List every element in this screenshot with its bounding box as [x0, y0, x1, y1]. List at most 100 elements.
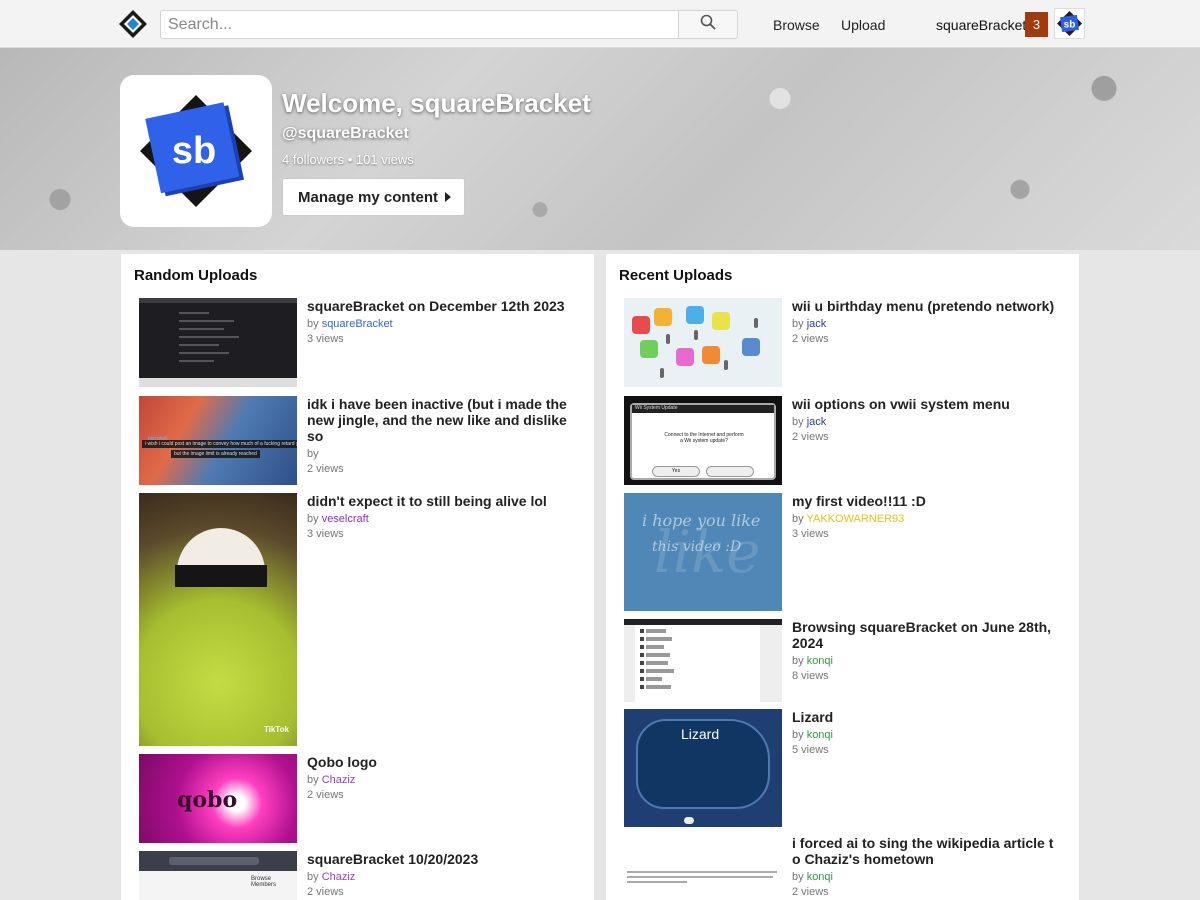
- notification-badge[interactable]: 3: [1025, 12, 1048, 37]
- video-item[interactable]: i forced ai to sing the wikipedia articl…: [624, 835, 1069, 900]
- manage-content-button[interactable]: Manage my content: [282, 178, 465, 216]
- video-item[interactable]: Lizard Lizard by konqi 5 views: [624, 709, 1069, 827]
- video-author[interactable]: YAKKOWARNER93: [806, 513, 904, 525]
- video-title[interactable]: Browsing squareBracket on June 28th, 202…: [792, 619, 1060, 651]
- video-views: 5 views: [792, 744, 829, 756]
- video-author[interactable]: Chaziz: [322, 774, 356, 786]
- video-views: 3 views: [307, 528, 344, 540]
- video-title[interactable]: idk i have been inactive (but i made the…: [307, 396, 575, 444]
- video-author[interactable]: jack: [807, 416, 827, 428]
- video-thumbnail[interactable]: like i hope you like this video :D: [624, 493, 782, 611]
- video-views: 3 views: [307, 333, 344, 345]
- video-author-line: by konqi: [792, 654, 1060, 668]
- video-thumbnail[interactable]: [139, 298, 297, 387]
- video-views: 3 views: [792, 528, 829, 540]
- random-uploads-panel: Random Uploads squareBracket on December…: [121, 254, 594, 900]
- video-thumbnail[interactable]: pizzahell i wish i could post an image t…: [139, 396, 297, 485]
- video-author-line: by konqi: [792, 728, 1060, 742]
- video-item[interactable]: Browsing squareBracket on June 28th, 202…: [624, 619, 1069, 702]
- video-views: 2 views: [307, 789, 344, 801]
- video-views: 2 views: [792, 886, 829, 898]
- video-title[interactable]: Qobo logo: [307, 754, 575, 770]
- video-views: 2 views: [792, 431, 829, 443]
- video-views: 2 views: [307, 463, 344, 475]
- video-author-line: by konqi: [792, 870, 1060, 884]
- video-author-line: by jack: [792, 415, 1060, 429]
- by-label: by: [792, 655, 804, 667]
- video-thumbnail[interactable]: [624, 835, 782, 900]
- video-author[interactable]: konqi: [807, 871, 833, 883]
- video-item[interactable]: like i hope you like this video :D my fi…: [624, 493, 1069, 611]
- video-author-line: by Chaziz: [307, 773, 575, 787]
- video-views: 2 views: [792, 333, 829, 345]
- video-views: 2 views: [307, 886, 344, 898]
- avatar-initials: sb: [1064, 20, 1076, 31]
- user-handle: @squareBracket: [282, 125, 409, 142]
- search-input[interactable]: [160, 10, 678, 39]
- video-meta: didn't expect it to still being alive lo…: [307, 493, 575, 541]
- video-title[interactable]: my first video!!11 :D: [792, 493, 1060, 509]
- thumb-yes: Yes: [652, 466, 700, 477]
- video-item[interactable]: pizzahell i wish i could post an image t…: [139, 396, 584, 486]
- video-item[interactable]: TikTok didn't expect it to still being a…: [139, 493, 584, 746]
- profile-picture: sb: [120, 75, 272, 227]
- by-label: by: [307, 318, 319, 330]
- random-uploads-title: Random Uploads: [134, 267, 258, 284]
- username-link[interactable]: squareBracket: [936, 17, 1026, 33]
- video-meta: squareBracket on December 12th 2023 by s…: [307, 298, 575, 346]
- by-label: by: [307, 871, 319, 883]
- thumb-line-1: i hope you like: [642, 511, 761, 530]
- by-label: by: [792, 729, 804, 741]
- video-meta: wii u birthday menu (pretendo network) b…: [792, 298, 1060, 346]
- video-author[interactable]: squareBracket: [322, 318, 393, 330]
- video-item[interactable]: qobo Qobo logo by Chaziz 2 views: [139, 754, 584, 843]
- video-thumbnail[interactable]: qobo: [139, 754, 297, 843]
- video-author[interactable]: konqi: [807, 729, 833, 741]
- video-thumbnail[interactable]: Browse Members: [139, 851, 297, 900]
- video-thumbnail[interactable]: [624, 619, 782, 702]
- video-title[interactable]: squareBracket on December 12th 2023: [307, 298, 575, 314]
- caret-right-icon: [445, 192, 452, 202]
- video-title[interactable]: didn't expect it to still being alive lo…: [307, 493, 575, 509]
- recent-uploads-panel: Recent Uploads wii u birthday menu (pret…: [606, 254, 1079, 900]
- video-item[interactable]: Browse Members squareBracket 10/20/2023 …: [139, 851, 584, 900]
- user-avatar[interactable]: sb: [1054, 8, 1085, 39]
- profile-stats: 4 followers • 101 views: [282, 152, 414, 167]
- video-title[interactable]: Lizard: [792, 709, 1060, 725]
- video-meta: my first video!!11 :D by YAKKOWARNER93 3…: [792, 493, 1060, 541]
- by-label: by: [307, 774, 319, 786]
- video-thumbnail[interactable]: [624, 298, 782, 387]
- recent-uploads-title: Recent Uploads: [619, 267, 733, 284]
- video-meta: squareBracket 10/20/2023 by Chaziz 2 vie…: [307, 851, 575, 899]
- nav-browse-link[interactable]: Browse: [773, 17, 820, 33]
- video-item[interactable]: wii u birthday menu (pretendo network) b…: [624, 298, 1069, 388]
- video-thumbnail[interactable]: TikTok: [139, 493, 297, 746]
- video-author[interactable]: jack: [807, 318, 827, 330]
- video-meta: Browsing squareBracket on June 28th, 202…: [792, 619, 1060, 683]
- video-item[interactable]: squareBracket on December 12th 2023 by s…: [139, 298, 584, 388]
- video-item[interactable]: Wii System Update Connect to the Interne…: [624, 396, 1069, 485]
- video-thumbnail[interactable]: Lizard: [624, 709, 782, 827]
- video-title[interactable]: wii u birthday menu (pretendo network): [792, 298, 1060, 314]
- thumb-text: qobo: [177, 787, 238, 813]
- thumb-text: Lizard: [681, 726, 720, 742]
- video-author[interactable]: konqi: [807, 655, 833, 667]
- video-author-line: by squareBracket: [307, 317, 575, 331]
- nav-upload-link[interactable]: Upload: [841, 17, 885, 33]
- video-thumbnail[interactable]: Wii System Update Connect to the Interne…: [624, 396, 782, 485]
- video-meta: i forced ai to sing the wikipedia articl…: [792, 835, 1060, 899]
- thumb-message: Connect to the Internet and perform a Wi…: [664, 432, 744, 444]
- video-title[interactable]: squareBracket 10/20/2023: [307, 851, 575, 867]
- video-title[interactable]: i forced ai to sing the wikipedia articl…: [792, 835, 1060, 867]
- video-author-line: by YAKKOWARNER93: [792, 512, 1060, 526]
- video-author[interactable]: veselcraft: [322, 513, 369, 525]
- search-icon: [700, 14, 716, 35]
- video-meta: Qobo logo by Chaziz 2 views: [307, 754, 575, 802]
- avatar-logo-icon: sb: [1057, 11, 1082, 36]
- search-button[interactable]: [678, 10, 738, 39]
- by-label: by: [792, 318, 804, 330]
- by-label: by: [307, 448, 319, 460]
- site-logo-icon[interactable]: [118, 9, 148, 39]
- video-title[interactable]: wii options on vwii system menu: [792, 396, 1060, 412]
- video-author[interactable]: Chaziz: [322, 871, 356, 883]
